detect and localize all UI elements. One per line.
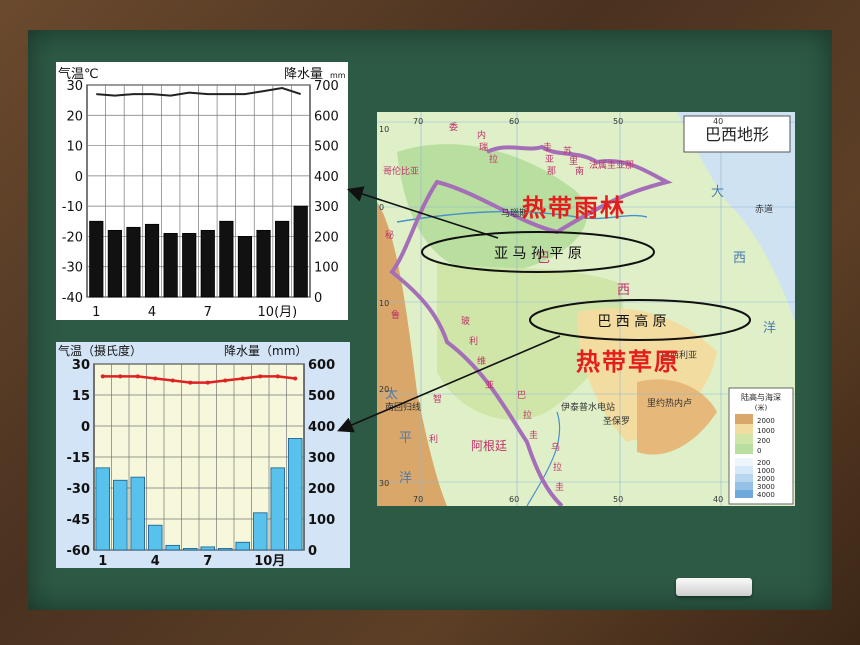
annotation-overlay: 亚 马 孙 平 原 巴 西 高 原 [337, 186, 751, 433]
grassland-label: 热带草原 [576, 347, 680, 376]
arrow-to-rainforest-chart [346, 186, 499, 239]
amazon-plain-label: 亚 马 孙 平 原 [494, 246, 582, 262]
arrow-to-grassland-chart [337, 335, 561, 433]
rainforest-label: 热带雨林 [522, 193, 626, 222]
brazil-plateau-label: 巴 西 高 原 [597, 313, 666, 330]
